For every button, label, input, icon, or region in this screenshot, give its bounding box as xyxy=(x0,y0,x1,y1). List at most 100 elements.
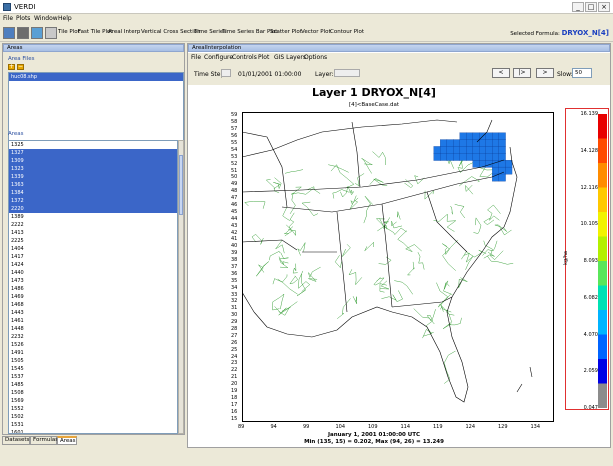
menu-file[interactable]: File xyxy=(3,15,13,22)
area-list-item[interactable]: 1473 xyxy=(9,277,177,285)
slow-input[interactable]: 50 xyxy=(572,68,592,78)
area-list-item[interactable]: 1443 xyxy=(9,309,177,317)
area-list-item[interactable]: 1363 xyxy=(9,181,177,189)
highlighted-cell xyxy=(492,173,500,182)
highlighted-cell xyxy=(453,139,461,147)
menu-window[interactable]: Window xyxy=(34,15,58,22)
area-list-item[interactable]: 1309 xyxy=(9,157,177,165)
areas-scrollbar[interactable] xyxy=(178,140,184,434)
area-list-item[interactable]: 1389 xyxy=(9,213,177,221)
close-button[interactable]: × xyxy=(598,2,610,12)
next-step-button[interactable]: > xyxy=(536,68,554,78)
y-tick-label: 29 xyxy=(231,319,238,326)
layer-spinner[interactable] xyxy=(334,69,360,77)
area-list-item[interactable]: 1372 xyxy=(9,197,177,205)
tab-areas[interactable]: Areas xyxy=(57,436,77,445)
legend-colorbar xyxy=(598,114,607,408)
plot-menu-file[interactable]: File xyxy=(191,54,201,61)
area-list-item[interactable]: 1413 xyxy=(9,229,177,237)
open-dataset-icon[interactable] xyxy=(3,27,15,39)
area-list-item[interactable]: 1404 xyxy=(9,245,177,253)
area-list-item[interactable]: 1526 xyxy=(9,341,177,349)
menu-plots[interactable]: Plots xyxy=(16,15,30,22)
chart-title: Layer 1 DRYOX_N[4] xyxy=(312,86,436,99)
plot-menu-plot[interactable]: Plot xyxy=(258,54,269,61)
map-plot[interactable] xyxy=(242,112,554,422)
tile-plot-button[interactable]: Tile Plot xyxy=(58,29,80,35)
highlighted-cell xyxy=(479,153,487,161)
highlighted-cell xyxy=(466,139,474,147)
legend-color-swatch xyxy=(598,187,607,213)
plot-icon[interactable] xyxy=(31,27,43,39)
highlighted-cell xyxy=(472,160,480,168)
tab-datasets[interactable]: Datasets xyxy=(2,436,30,445)
area-list-item[interactable]: 1469 xyxy=(9,293,177,301)
area-list-item[interactable]: 1468 xyxy=(9,301,177,309)
legend-color-swatch xyxy=(598,114,607,139)
scatter-plot-button[interactable]: Scatter Plot xyxy=(270,29,302,35)
x-tick-label: 94 xyxy=(270,424,277,430)
area-list-item[interactable]: 1461 xyxy=(9,317,177,325)
add-area-file-icon[interactable]: + xyxy=(8,64,15,70)
area-list-item[interactable]: 1417 xyxy=(9,253,177,261)
area-list-item[interactable]: 1327 xyxy=(9,149,177,157)
previous-step-button[interactable]: < xyxy=(492,68,510,78)
y-tick-label: 44 xyxy=(231,215,238,222)
selected-formula-value: DRYOX_N[4] xyxy=(561,29,609,37)
legend-color-swatch xyxy=(598,163,607,188)
y-tick-label: 59 xyxy=(231,112,238,119)
y-tick-label: 30 xyxy=(231,312,238,319)
area-list-item[interactable]: 2222 xyxy=(9,221,177,229)
vertical-cross-section-button[interactable]: Vertical Cross Section xyxy=(141,29,201,35)
highlighted-cell xyxy=(505,166,513,175)
areas-list[interactable]: 1325 1327 1309 1323 1339 1363 1384 1372 2220 1389… xyxy=(8,140,178,434)
area-list-item[interactable]: 1323 xyxy=(9,165,177,173)
tab-formulas[interactable]: Formulas xyxy=(30,436,58,445)
area-list-item[interactable]: 1537 xyxy=(9,373,177,381)
minimize-button[interactable]: _ xyxy=(572,2,584,12)
area-list-item[interactable]: 2225 xyxy=(9,237,177,245)
area-list-item[interactable]: 1552 xyxy=(9,405,177,413)
area-list-item[interactable]: 1601 xyxy=(9,429,177,433)
plot-menu-options[interactable]: Options xyxy=(304,54,327,61)
contour-plot-button[interactable]: Contour Plot xyxy=(330,29,364,35)
area-list-item[interactable]: 1424 xyxy=(9,261,177,269)
plot-menu-controls[interactable]: Controls xyxy=(232,54,257,61)
area-list-item[interactable]: 1325 xyxy=(9,141,177,149)
save-icon[interactable] xyxy=(17,27,29,39)
maximize-button[interactable]: □ xyxy=(585,2,597,12)
area-list-item[interactable]: 1505 xyxy=(9,357,177,365)
area-list-item[interactable]: 1486 xyxy=(9,285,177,293)
time-step-value: 01/01/2001 01:00:00 xyxy=(238,71,302,78)
area-list-item[interactable]: 1440 xyxy=(9,269,177,277)
area-list-item[interactable]: 1384 xyxy=(9,189,177,197)
area-list-item[interactable]: 1502 xyxy=(9,413,177,421)
area-list-item[interactable]: 1448 xyxy=(9,325,177,333)
area-list-item[interactable]: 1491 xyxy=(9,349,177,357)
play-button[interactable]: |> xyxy=(513,68,531,78)
time-step-spinner[interactable] xyxy=(221,69,231,77)
area-list-item[interactable]: 1569 xyxy=(9,397,177,405)
area-list-item[interactable]: 1545 xyxy=(9,365,177,373)
script-icon[interactable] xyxy=(45,27,57,39)
highlighted-cell xyxy=(498,173,506,182)
legend-level-label: 10.105 xyxy=(580,221,599,228)
highlighted-cell xyxy=(446,153,454,161)
areal-interp-button[interactable]: Areal Interp xyxy=(108,29,140,35)
area-list-item[interactable]: 1531 xyxy=(9,421,177,429)
plot-menu-configure[interactable]: Configure xyxy=(204,54,233,61)
y-tick-label: 42 xyxy=(231,229,238,236)
area-list-item[interactable]: 1485 xyxy=(9,381,177,389)
plot-menu-bar: File Configure Controls Plot GIS Layers … xyxy=(188,53,610,63)
title-bar: VERDI _ □ × xyxy=(0,0,613,14)
highlighted-cell xyxy=(485,132,493,141)
list-item[interactable]: huc08.shp xyxy=(9,73,183,81)
plot-menu-gis-layers[interactable]: GIS Layers xyxy=(274,54,306,61)
remove-area-file-icon[interactable]: − xyxy=(17,64,24,70)
area-list-item[interactable]: 2232 xyxy=(9,333,177,341)
area-list-item[interactable]: 2220 xyxy=(9,205,177,213)
area-list-item[interactable]: 1508 xyxy=(9,389,177,397)
area-list-item[interactable]: 1339 xyxy=(9,173,177,181)
menu-help[interactable]: Help xyxy=(58,15,72,22)
vector-plot-button[interactable]: Vector Plot xyxy=(301,29,331,35)
